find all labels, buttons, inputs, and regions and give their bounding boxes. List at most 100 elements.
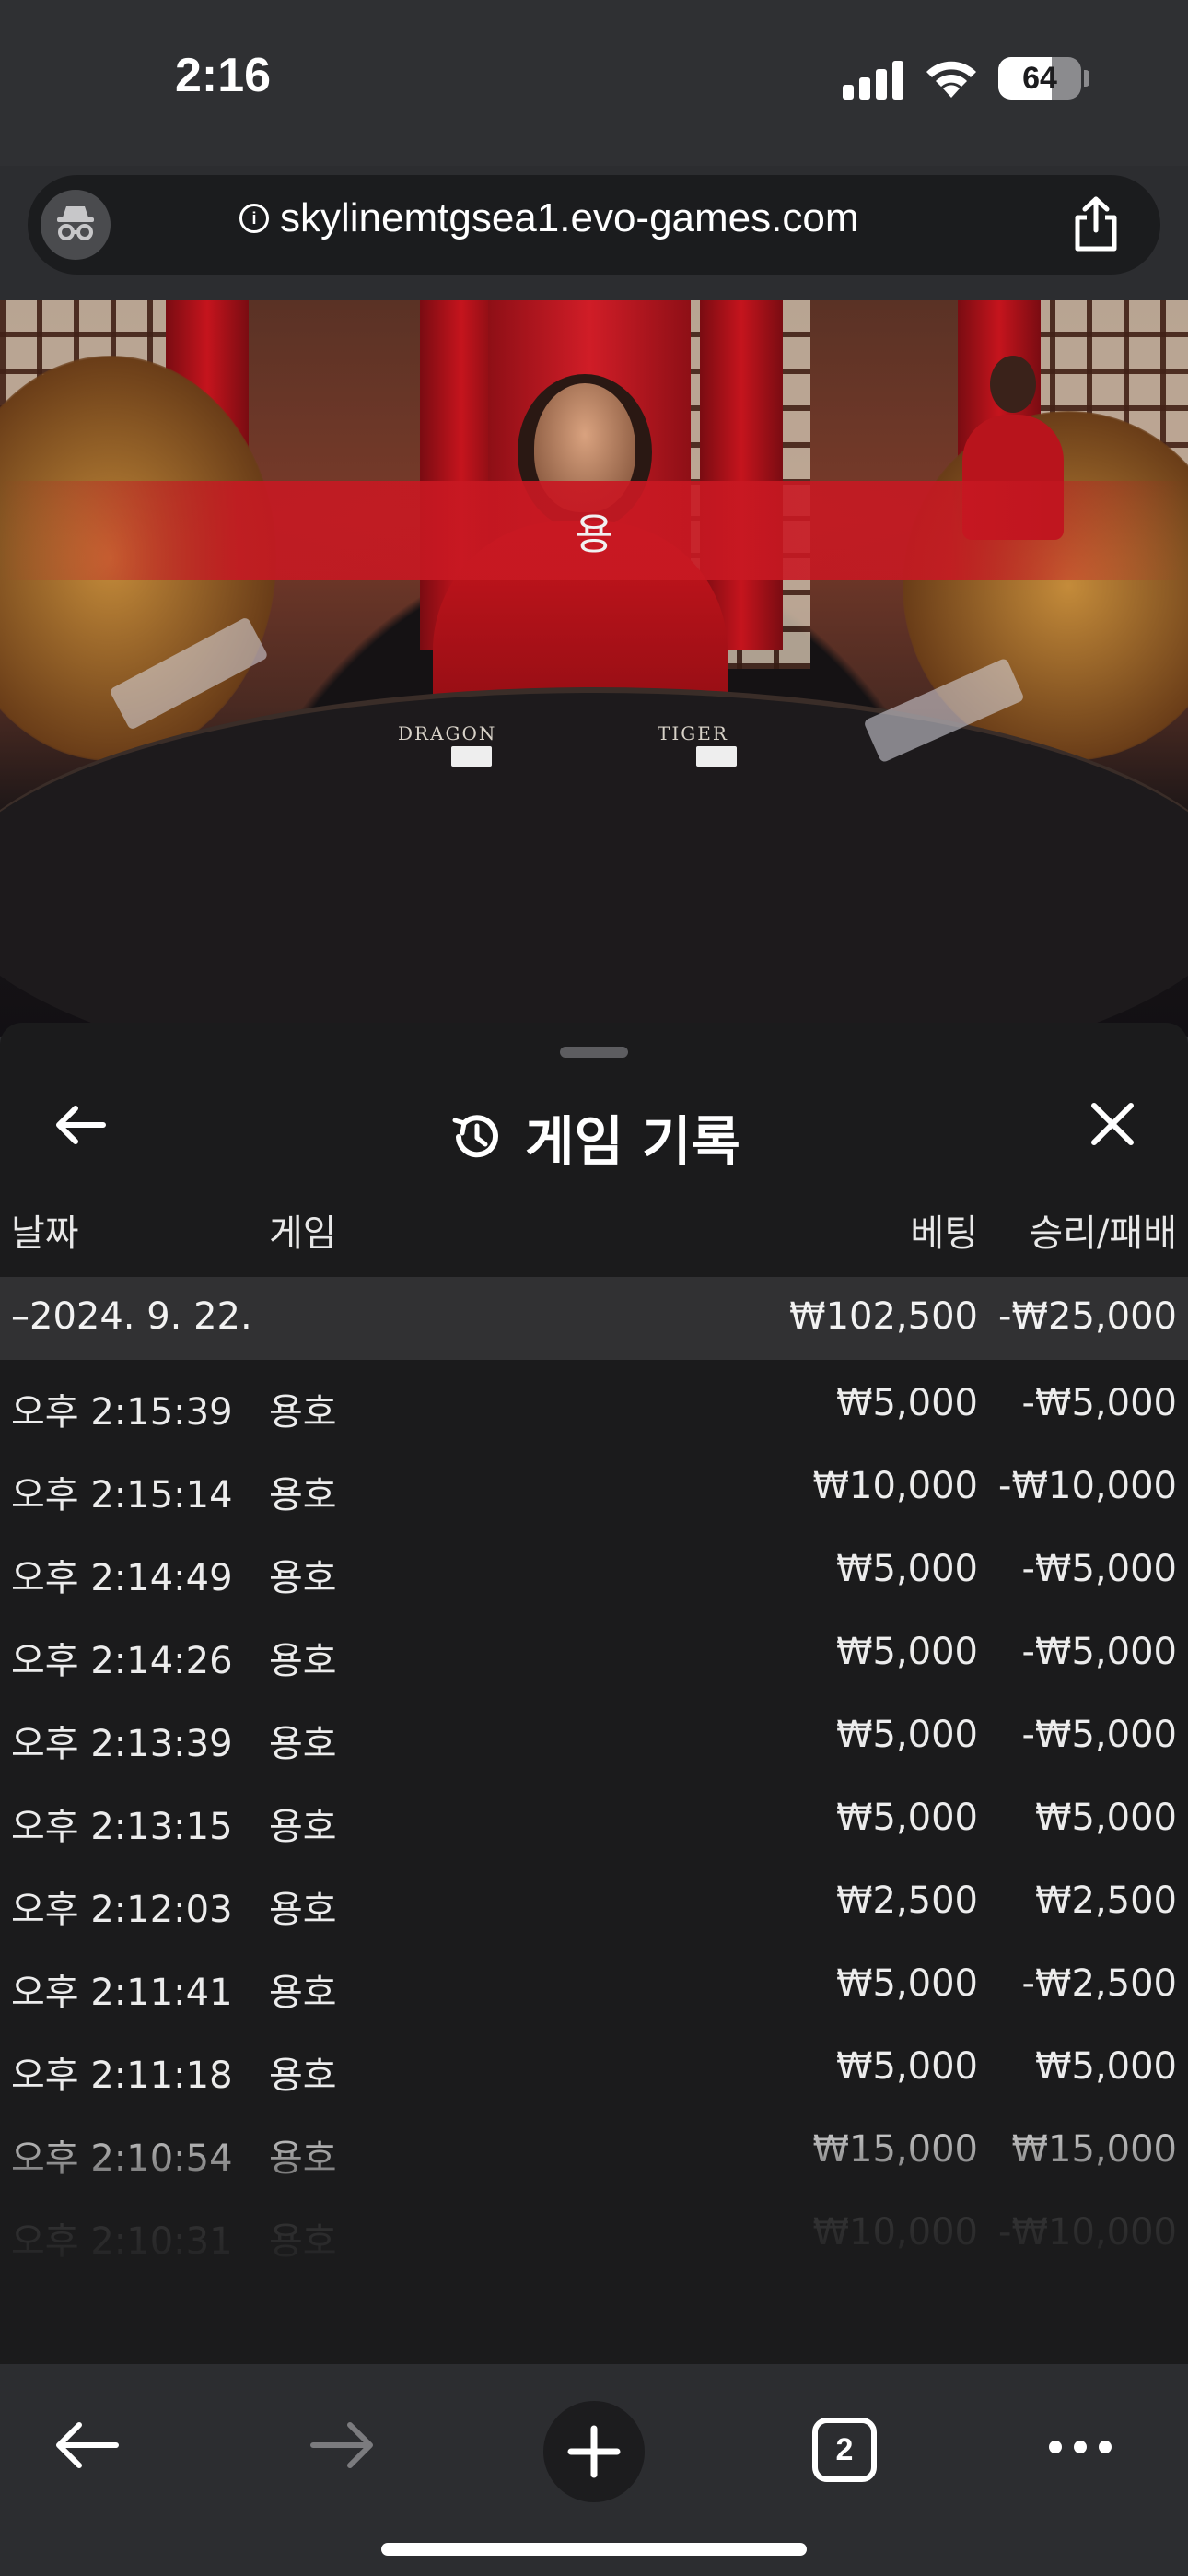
panel-title-wrap: 게임 기록 <box>0 1098 1188 1176</box>
row-winloss: -₩10,000 <box>998 1465 1177 1507</box>
row-winloss: -₩5,000 <box>1021 1548 1178 1590</box>
address-bar[interactable]: i skylinemtgsea1.evo-games.com <box>28 175 1160 275</box>
row-winloss: -₩5,000 <box>1021 1382 1178 1424</box>
row-bet: ₩10,000 <box>812 1465 978 1507</box>
status-time: 2:16 <box>175 49 272 102</box>
row-bet: ₩2,500 <box>835 1879 978 1922</box>
result-banner: 용 <box>0 481 1188 580</box>
browser-toolbar: 2 <box>0 2364 1188 2576</box>
row-time: 오후 2:15:39 <box>11 1391 233 1434</box>
close-icon[interactable] <box>1089 1100 1136 1148</box>
history-row[interactable]: 오후 2:14:26 용호 ₩5,000 -₩5,000 <box>0 1609 1188 1692</box>
row-winloss: -₩10,000 <box>998 2211 1177 2254</box>
row-game: 용호 <box>269 1557 337 1599</box>
date-group-bet: ₩102,500 <box>789 1295 978 1338</box>
row-bet: ₩15,000 <box>812 2128 978 2171</box>
row-game: 용호 <box>269 2055 337 2097</box>
history-row[interactable]: 오후 2:13:15 용호 ₩5,000 ₩5,000 <box>0 1774 1188 1857</box>
row-bet: ₩5,000 <box>835 1797 978 1839</box>
info-icon[interactable]: i <box>239 204 269 233</box>
browser-back-icon[interactable] <box>53 2418 122 2473</box>
row-time: 오후 2:13:15 <box>11 1806 233 1848</box>
row-winloss: ₩2,500 <box>1034 1879 1177 1922</box>
share-icon[interactable] <box>1068 195 1124 252</box>
row-time: 오후 2:10:54 <box>11 2137 233 2180</box>
more-icon[interactable] <box>1048 2438 1112 2456</box>
result-text: 용 <box>574 509 614 559</box>
history-row[interactable]: 오후 2:10:54 용호 ₩15,000 ₩15,000 <box>0 2106 1188 2189</box>
history-list: 오후 2:15:39 용호 ₩5,000 -₩5,000 오후 2:15:14 … <box>0 1360 1188 2272</box>
battery-icon: 64 <box>998 57 1081 100</box>
new-tab-button[interactable] <box>543 2401 645 2502</box>
plus-icon <box>567 2425 621 2478</box>
tiger-card <box>696 746 737 767</box>
panel-title: 게임 기록 <box>525 1110 740 1173</box>
tabs-button[interactable]: 2 <box>812 2418 877 2482</box>
date-group-row[interactable]: –2024. 9. 22. ₩102,500 -₩25,000 <box>0 1277 1188 1360</box>
row-game: 용호 <box>269 1391 337 1434</box>
row-time: 오후 2:15:14 <box>11 1474 233 1516</box>
dragon-card <box>451 746 492 767</box>
history-row[interactable]: 오후 2:15:14 용호 ₩10,000 -₩10,000 <box>0 1443 1188 1526</box>
home-indicator[interactable] <box>381 2543 807 2556</box>
game-table <box>0 687 1188 1037</box>
history-row[interactable]: 오후 2:14:49 용호 ₩5,000 -₩5,000 <box>0 1526 1188 1609</box>
row-time: 오후 2:11:41 <box>11 1972 233 2014</box>
row-bet: ₩10,000 <box>812 2211 978 2254</box>
row-winloss: ₩15,000 <box>1011 2128 1177 2171</box>
row-bet: ₩5,000 <box>835 2045 978 2088</box>
row-winloss: ₩5,000 <box>1034 1797 1177 1839</box>
history-icon <box>452 1115 499 1158</box>
game-history-panel: 게임 기록 날짜 게임 베팅 승리/패배 –2024. 9. 22. ₩102,… <box>0 1023 1188 2364</box>
table-label-dragon: DRAGON <box>398 722 497 744</box>
column-header-date: 날짜 <box>11 1212 79 1255</box>
column-header-game: 게임 <box>269 1212 337 1255</box>
cellular-signal-icon <box>843 59 907 100</box>
battery-percent: 64 <box>1022 61 1057 96</box>
row-bet: ₩5,000 <box>835 1714 978 1756</box>
battery-tip <box>1084 70 1089 87</box>
wifi-icon <box>926 61 976 98</box>
row-time: 오후 2:13:39 <box>11 1723 233 1765</box>
status-bar: 2:16 64 <box>0 0 1188 166</box>
row-winloss: ₩5,000 <box>1034 2045 1177 2088</box>
browser-forward-icon[interactable] <box>308 2418 376 2473</box>
row-time: 오후 2:10:31 <box>11 2220 233 2263</box>
row-time: 오후 2:14:26 <box>11 1640 233 1682</box>
row-game: 용호 <box>269 1972 337 2014</box>
row-game: 용호 <box>269 1640 337 1682</box>
history-row[interactable]: 오후 2:12:03 용호 ₩2,500 ₩2,500 <box>0 1857 1188 1940</box>
column-header-bet: 베팅 <box>910 1212 978 1255</box>
panel-header: 게임 기록 <box>0 1078 1188 1173</box>
row-game: 용호 <box>269 1474 337 1516</box>
row-time: 오후 2:14:49 <box>11 1557 233 1599</box>
history-row[interactable]: 오후 2:11:18 용호 ₩5,000 ₩5,000 <box>0 2023 1188 2106</box>
row-bet: ₩5,000 <box>835 1631 978 1673</box>
live-dealer-video[interactable]: DRAGON TIGER 용 <box>0 300 1188 1037</box>
date-group-label: –2024. 9. 22. <box>11 1295 252 1338</box>
incognito-icon[interactable] <box>41 190 111 260</box>
row-winloss: -₩5,000 <box>1021 1714 1178 1756</box>
sheet-grabber-handle[interactable] <box>560 1047 628 1058</box>
row-time: 오후 2:12:03 <box>11 1889 233 1931</box>
column-header-winloss: 승리/패배 <box>1029 1212 1177 1255</box>
date-group-winloss: -₩25,000 <box>998 1295 1177 1338</box>
row-game: 용호 <box>269 1806 337 1848</box>
row-bet: ₩5,000 <box>835 1382 978 1424</box>
history-row[interactable]: 오후 2:15:39 용호 ₩5,000 -₩5,000 <box>0 1360 1188 1443</box>
row-time: 오후 2:11:18 <box>11 2055 233 2097</box>
history-row[interactable]: 오후 2:11:41 용호 ₩5,000 -₩2,500 <box>0 1940 1188 2023</box>
row-winloss: -₩5,000 <box>1021 1631 1178 1673</box>
row-bet: ₩5,000 <box>835 1548 978 1590</box>
history-row[interactable]: 오후 2:13:39 용호 ₩5,000 -₩5,000 <box>0 1692 1188 1774</box>
table-label-tiger: TIGER <box>658 722 728 744</box>
history-row[interactable]: 오후 2:10:31 용호 ₩10,000 -₩10,000 <box>0 2189 1188 2272</box>
url-text-wrap[interactable]: i skylinemtgsea1.evo-games.com <box>239 195 858 241</box>
row-game: 용호 <box>269 2220 337 2263</box>
row-game: 용호 <box>269 1889 337 1931</box>
url-text[interactable]: skylinemtgsea1.evo-games.com <box>280 195 858 241</box>
row-game: 용호 <box>269 2137 337 2180</box>
row-game: 용호 <box>269 1723 337 1765</box>
row-winloss: -₩2,500 <box>1021 1962 1178 2005</box>
row-bet: ₩5,000 <box>835 1962 978 2005</box>
